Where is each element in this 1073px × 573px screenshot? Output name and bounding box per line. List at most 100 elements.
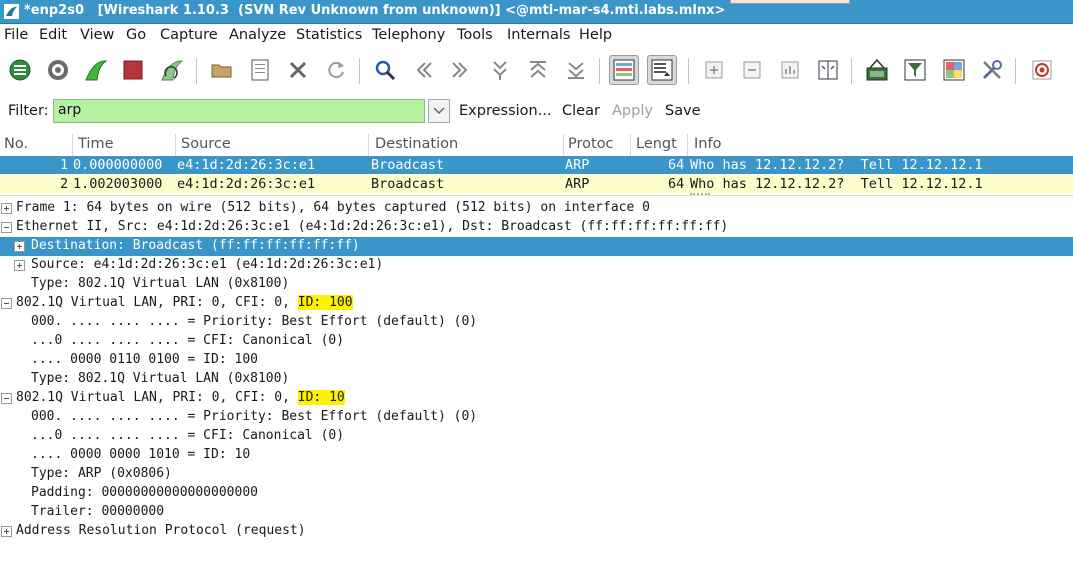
column-header-info[interactable]: Info [694, 136, 721, 152]
tree-node-frame[interactable]: Frame 1: 64 bytes on wire (512 bits), 64… [0, 199, 1073, 218]
tree-node-trailer[interactable]: Trailer: 00000000 [0, 503, 1073, 522]
expand-icon[interactable] [14, 241, 25, 252]
expand-icon[interactable] [14, 260, 25, 271]
menu-internals[interactable]: Internals [507, 27, 570, 43]
toolbar-separator [851, 58, 852, 84]
menu-help[interactable]: Help [579, 27, 612, 43]
options-button[interactable] [43, 55, 73, 85]
zoom-in-icon [705, 61, 723, 79]
collapse-icon[interactable] [1, 298, 12, 309]
go-last-button[interactable] [561, 55, 591, 85]
apply-button[interactable]: Apply [612, 103, 653, 119]
collapse-icon[interactable] [1, 222, 12, 233]
resize-columns-button[interactable] [813, 55, 843, 85]
open-file-button[interactable] [207, 55, 237, 85]
menu-telephony[interactable]: Telephony [372, 27, 445, 43]
capture-filters-button[interactable] [862, 55, 892, 85]
clear-button[interactable]: Clear [562, 103, 600, 119]
reload-button[interactable] [321, 55, 351, 85]
tree-node-vlan1-type[interactable]: Type: 802.1Q Virtual LAN (0x8100) [0, 370, 1073, 389]
stop-capture-icon [123, 60, 143, 80]
tree-node-label: 000. .... .... .... = Priority: Best Eff… [31, 314, 478, 329]
packet-row-2[interactable]: 2 1.002003000 e4:1d:2d:26:3c:e1 Broadcas… [0, 175, 1073, 193]
vlan-id-highlight: ID: 100 [297, 295, 353, 310]
expand-icon[interactable] [1, 203, 12, 214]
column-header-source[interactable]: Source [181, 136, 231, 152]
tree-node-vlan-10[interactable]: 802.1Q Virtual LAN, PRI: 0, CFI: 0, ID: … [0, 389, 1073, 408]
normal-size-button[interactable] [775, 55, 805, 85]
filter-history-dropdown[interactable] [428, 99, 450, 123]
menu-go[interactable]: Go [126, 27, 146, 43]
save-file-button[interactable] [245, 55, 275, 85]
expression-button[interactable]: Expression... [459, 103, 552, 119]
tree-node-vlan2-priority[interactable]: 000. .... .... .... = Priority: Best Eff… [0, 408, 1073, 427]
menu-file[interactable]: File [4, 27, 28, 43]
menu-edit[interactable]: Edit [39, 27, 67, 43]
save-button[interactable]: Save [665, 103, 701, 119]
expand-icon[interactable] [1, 526, 12, 537]
stop-capture-button[interactable] [118, 55, 148, 85]
column-separator[interactable] [687, 134, 688, 156]
go-to-packet-button[interactable] [485, 55, 515, 85]
coloring-rules-icon [943, 59, 965, 81]
tree-node-vlan2-id[interactable]: .... 0000 0000 1010 = ID: 10 [0, 446, 1073, 465]
preferences-button[interactable] [977, 55, 1007, 85]
tree-node-padding[interactable]: Padding: 00000000000000000000 [0, 484, 1073, 503]
restart-capture-button[interactable] [157, 55, 187, 85]
chevron-down-icon [433, 107, 445, 115]
column-header-no[interactable]: No. [4, 136, 28, 152]
tree-node-arp[interactable]: Address Resolution Protocol (request) [0, 522, 1073, 541]
colorize-button[interactable] [609, 55, 639, 85]
close-file-button[interactable] [283, 55, 313, 85]
tree-node-eth-type[interactable]: Type: 802.1Q Virtual LAN (0x8100) [0, 275, 1073, 294]
cell-length: 64 [668, 176, 685, 192]
column-separator[interactable] [563, 134, 564, 156]
tree-node-label: 802.1Q Virtual LAN, PRI: 0, CFI: 0, ID: … [16, 390, 345, 405]
start-capture-button[interactable] [81, 55, 111, 85]
tree-node-vlan1-id[interactable]: .... 0000 0110 0100 = ID: 100 [0, 351, 1073, 370]
menu-bar: File Edit View Go Capture Analyze Statis… [0, 24, 1073, 48]
tree-node-vlan2-cfi[interactable]: ...0 .... .... .... = CFI: Canonical (0) [0, 427, 1073, 446]
menu-analyze[interactable]: Analyze [229, 27, 286, 43]
go-first-button[interactable] [523, 55, 553, 85]
packet-row-1[interactable]: 1 0.000000000 e4:1d:2d:26:3c:e1 Broadcas… [0, 156, 1073, 174]
menu-tools[interactable]: Tools [457, 27, 493, 43]
zoom-out-button[interactable] [737, 55, 767, 85]
coloring-rules-button[interactable] [939, 55, 969, 85]
column-separator[interactable] [368, 134, 369, 156]
tree-node-vlan1-cfi[interactable]: ...0 .... .... .... = CFI: Canonical (0) [0, 332, 1073, 351]
go-back-button[interactable] [408, 55, 438, 85]
column-header-protocol[interactable]: Protoc [568, 136, 614, 152]
column-header-length[interactable]: Lengt [636, 136, 677, 152]
menu-capture[interactable]: Capture [160, 27, 218, 43]
go-forward-button[interactable] [446, 55, 476, 85]
column-header-time[interactable]: Time [78, 136, 114, 152]
column-separator[interactable] [175, 134, 176, 156]
tree-node-ethernet[interactable]: Ethernet II, Src: e4:1d:2d:26:3c:e1 (e4:… [0, 218, 1073, 237]
column-header-destination[interactable]: Destination [375, 136, 458, 152]
auto-scroll-button[interactable] [647, 55, 677, 85]
splitter-grip[interactable] [690, 193, 710, 195]
interfaces-button[interactable] [5, 55, 35, 85]
menu-statistics[interactable]: Statistics [296, 27, 362, 43]
column-separator[interactable] [630, 134, 631, 156]
tree-node-vlan1-priority[interactable]: 000. .... .... .... = Priority: Best Eff… [0, 313, 1073, 332]
tree-node-vlan-100[interactable]: 802.1Q Virtual LAN, PRI: 0, CFI: 0, ID: … [0, 294, 1073, 313]
collapse-icon[interactable] [1, 393, 12, 404]
find-icon [375, 60, 396, 81]
zoom-in-button[interactable] [699, 55, 729, 85]
menu-view[interactable]: View [80, 27, 114, 43]
go-to-packet-icon [493, 61, 507, 80]
filter-input[interactable]: arp [53, 99, 425, 123]
column-separator[interactable] [72, 134, 73, 156]
tree-node-vlan2-type[interactable]: Type: ARP (0x0806) [0, 465, 1073, 484]
tree-node-label: 802.1Q Virtual LAN, PRI: 0, CFI: 0, ID: … [16, 295, 353, 310]
toolbar-separator [196, 58, 197, 84]
preferences-icon [982, 60, 1002, 80]
tree-node-eth-destination[interactable]: Destination: Broadcast (ff:ff:ff:ff:ff:f… [0, 237, 1073, 256]
display-filters-button[interactable] [900, 55, 930, 85]
tree-node-eth-source[interactable]: Source: e4:1d:2d:26:3c:e1 (e4:1d:2d:26:3… [0, 256, 1073, 275]
toolbar-separator [1015, 58, 1016, 84]
help-button[interactable] [1027, 55, 1057, 85]
find-button[interactable] [370, 55, 400, 85]
